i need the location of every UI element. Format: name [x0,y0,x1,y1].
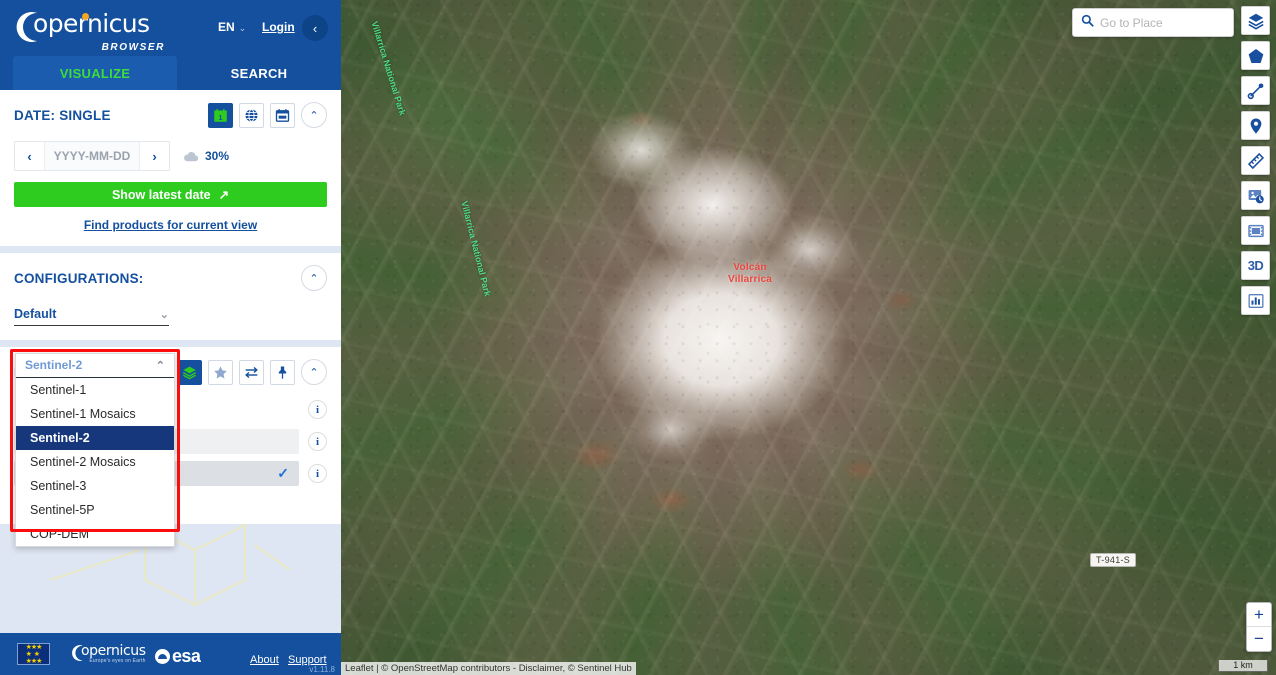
configurations-collapse-button[interactable]: ⌃ [301,265,327,291]
dropdown-option-sentinel-2[interactable]: Sentinel-2 [16,426,174,450]
language-label: EN [218,20,235,34]
find-products-link[interactable]: Find products for current view [14,218,327,232]
show-latest-date-label: Show latest date [111,187,211,202]
tab-visualize[interactable]: VISUALIZE [13,56,177,90]
place-search-box[interactable] [1072,8,1234,37]
configurations-card-header: CONFIGURATIONS: ⌃ [14,265,327,291]
cloud-icon [184,151,199,161]
eu-flag-icon: ★★★ ★ ★ ★★★ [17,643,50,665]
map-tools-toolbar: 3D [1241,6,1270,315]
date-controls-row: ‹ YYYY-MM-DD › 30% [14,141,327,171]
search-icon [1081,14,1094,32]
eu-stars: ★★★ ★ ★ ★★★ [25,643,43,665]
calendar-range-icon[interactable] [270,102,295,128]
date-icon-row: 1 ⌃ [208,102,327,128]
three-d-label: 3D [1247,258,1264,273]
date-value-input[interactable]: YYYY-MM-DD [44,142,140,170]
image-timeline-icon[interactable] [1241,181,1270,210]
dropdown-option-sentinel-5p[interactable]: Sentinel-5P [16,498,174,522]
esa-logo: esa [155,646,201,667]
collection-dropdown-toggle[interactable]: Sentinel-2 ⌃ [16,354,174,378]
zoom-controls[interactable]: + − [1246,602,1272,652]
polygon-icon[interactable] [1241,41,1270,70]
previous-date-button[interactable]: ‹ [15,142,44,170]
login-button[interactable]: Login [262,20,295,34]
date-card-title: DATE: SINGLE [14,107,111,123]
next-date-button[interactable]: › [140,142,169,170]
pin-icon[interactable] [270,359,295,385]
zoom-out-button[interactable]: − [1247,627,1271,651]
version-label: v1.11.8 [309,665,335,674]
dropdown-option-sentinel-1[interactable]: Sentinel-1 [16,378,174,402]
scale-bar: 1 km [1218,660,1268,672]
chevron-down-icon: ⌄ [159,308,169,321]
panel-header: opernicus BROWSER EN ⌄ Login ‹ VISUALIZE … [0,0,341,90]
cloud-coverage-control[interactable]: 30% [183,149,229,163]
about-link[interactable]: About [250,654,279,666]
left-panel: opernicus BROWSER EN ⌄ Login ‹ VISUALIZE … [0,0,341,675]
layers-icon[interactable] [177,359,202,385]
dropdown-option-sentinel-2-mosaics[interactable]: Sentinel-2 Mosaics [16,450,174,474]
show-latest-date-button[interactable]: Show latest date ↗ [14,182,327,207]
chevron-up-icon: ⌃ [155,359,165,372]
configuration-select[interactable]: Default ⌄ [14,307,169,326]
layers-icon[interactable] [1241,6,1270,35]
logo-dot [82,13,89,20]
dropdown-option-sentinel-1-mosaics[interactable]: Sentinel-1 Mosaics [16,402,174,426]
measure-line-icon[interactable] [1241,76,1270,105]
star-icon[interactable] [208,359,233,385]
esa-text: esa [172,646,201,666]
info-icon[interactable]: i [308,432,327,451]
search-input[interactable] [1100,15,1225,30]
data-collections-icon-row: ⌃ [177,359,327,385]
three-d-icon[interactable]: 3D [1241,251,1270,280]
collection-dropdown[interactable]: Sentinel-2 ⌃ Sentinel-1 Sentinel-1 Mosai… [15,353,175,547]
panel-footer: ★★★ ★ ★ ★★★ opernicus Europe's eyes on Ear… [0,633,341,675]
tab-search[interactable]: SEARCH [177,56,341,90]
info-icon[interactable]: i [308,464,327,483]
timelapse-film-icon[interactable] [1241,216,1270,245]
footer-copernicus-logo: opernicus Europe's eyes on Earth [70,644,146,664]
road-label: T-941-S [1090,553,1137,567]
logo-crescent-icon [16,12,37,43]
date-input-group[interactable]: ‹ YYYY-MM-DD › [14,141,170,171]
check-icon: ✓ [277,465,289,481]
map-attribution[interactable]: Leaflet | © OpenStreetMap contributors -… [341,662,636,675]
configurations-card: CONFIGURATIONS: ⌃ Default ⌄ [0,253,341,340]
imagery-texture-overlay [341,0,1276,675]
dropdown-option-cop-dem[interactable]: COP-DEM [16,522,174,546]
configurations-card-title: CONFIGURATIONS: [14,270,144,286]
svg-text:1: 1 [218,112,222,121]
copernicus-browser-app: Volcán Villarrica Villarrica National Pa… [0,0,1276,675]
logo-crescent-icon [72,645,83,661]
marker-pin-icon[interactable] [1241,111,1270,140]
arrow-up-right-icon: ↗ [218,188,230,202]
date-card: DATE: SINGLE 1 ⌃ ‹ YYYY-MM-DD › 30% Show… [0,90,341,246]
panel-tabs: VISUALIZE SEARCH [0,56,341,90]
calendar-day-icon[interactable]: 1 [208,102,233,128]
esa-mark-icon [155,649,170,664]
collection-dropdown-selected: Sentinel-2 [25,358,83,372]
panel-collapse-button[interactable]: ‹ [302,15,328,41]
data-collections-collapse-button[interactable]: ⌃ [301,359,327,385]
statistics-chart-icon[interactable] [1241,286,1270,315]
compare-icon[interactable] [239,359,264,385]
language-selector[interactable]: EN ⌄ [218,20,246,34]
zoom-in-button[interactable]: + [1247,603,1271,627]
dropdown-option-sentinel-3[interactable]: Sentinel-3 [16,474,174,498]
ruler-icon[interactable] [1241,146,1270,175]
cloud-coverage-value: 30% [205,149,230,163]
date-card-header: DATE: SINGLE 1 ⌃ [14,102,327,128]
configuration-selected-value: Default [14,307,57,321]
chevron-down-icon: ⌄ [238,23,247,33]
info-icon[interactable]: i [308,400,327,419]
map-viewport[interactable]: Volcán Villarrica Villarrica National Pa… [341,0,1276,675]
globe-icon[interactable] [239,102,264,128]
date-card-collapse-button[interactable]: ⌃ [301,102,327,128]
copernicus-logo: opernicus BROWSER [13,9,173,53]
